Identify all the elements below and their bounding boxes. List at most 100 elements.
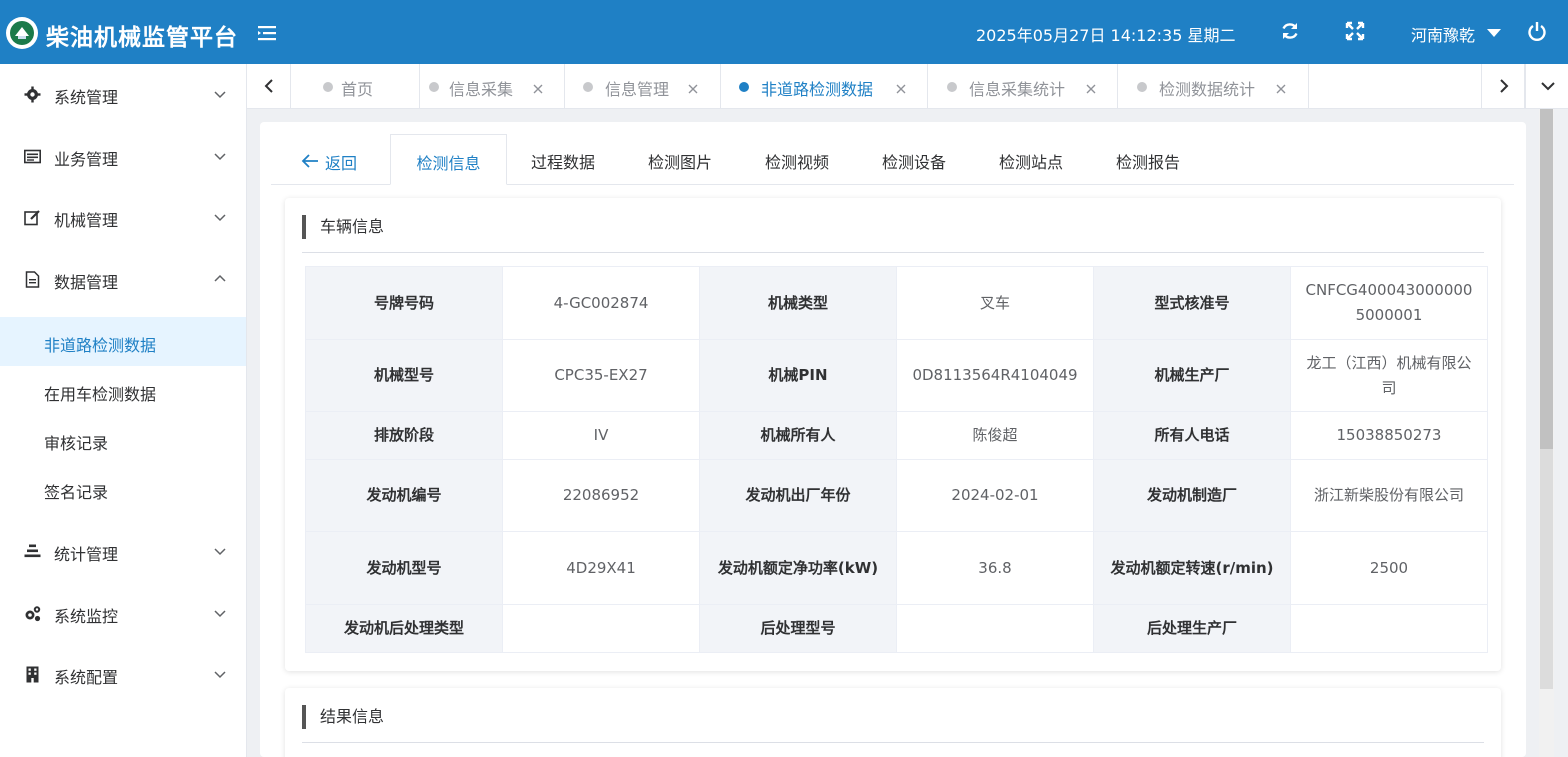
tab-label: 信息管理 xyxy=(605,80,670,99)
sidebar-item-data-management[interactable]: 数据管理 xyxy=(0,249,247,309)
sidebar-item-label: 统计管理 xyxy=(54,545,119,564)
tab-home[interactable]: 首页 xyxy=(291,64,420,109)
close-icon[interactable] xyxy=(532,80,544,94)
tab-info-management[interactable]: 信息管理 xyxy=(565,64,721,109)
tab-label: 首页 xyxy=(341,80,374,99)
sidebar-item-statistics-management[interactable]: 统计管理 xyxy=(0,521,247,581)
caret-down-icon[interactable] xyxy=(1487,29,1501,37)
field-label: 后处理生产厂 xyxy=(1093,604,1291,653)
subtab-detection-equipment[interactable]: 检测设备 xyxy=(882,134,946,185)
field-label: 发动机型号 xyxy=(305,531,503,605)
field-label: 发动机额定净功率(kW) xyxy=(699,531,897,605)
field-value: 2500 xyxy=(1290,531,1488,605)
field-label: 发动机额定转速(r/min) xyxy=(1093,531,1291,605)
refresh-icon[interactable] xyxy=(1279,20,1303,44)
sidebar-item-business-management[interactable]: 业务管理 xyxy=(0,126,247,186)
close-icon[interactable] xyxy=(1085,80,1097,94)
tab-detection-data-stats[interactable]: 检测数据统计 xyxy=(1118,64,1309,109)
table-row: 发动机后处理类型 后处理型号 后处理生产厂 xyxy=(305,604,1488,653)
tab-info-collection-stats[interactable]: 信息采集统计 xyxy=(928,64,1118,109)
tab-nonroad-data[interactable]: 非道路检测数据 xyxy=(721,64,928,109)
sidebar-subitem-audit-records[interactable]: 审核记录 xyxy=(0,415,246,464)
vehicle-info-card: 车辆信息 号牌号码 4-GC002874 机械类型 叉车 型式核准号 CNFCG… xyxy=(285,198,1501,671)
field-value xyxy=(896,604,1094,653)
field-value: 龙工（江西）机械有限公司 xyxy=(1290,339,1488,412)
field-label: 发动机出厂年份 xyxy=(699,459,897,532)
sidebar-item-machinery-management[interactable]: 机械管理 xyxy=(0,187,247,247)
sidebar-subitem-inuse-vehicle-data[interactable]: 在用车检测数据 xyxy=(0,366,246,415)
tab-scroll-right-icon[interactable] xyxy=(1481,64,1525,109)
chevron-down-icon xyxy=(213,666,227,680)
close-icon[interactable] xyxy=(1275,80,1287,94)
field-value: 陈俊超 xyxy=(896,411,1094,460)
cogs-icon xyxy=(24,605,41,622)
menu-toggle-icon[interactable] xyxy=(256,22,278,44)
tab-dot xyxy=(323,82,333,92)
sidebar-subitem-label: 签名记录 xyxy=(44,483,109,502)
sidebar-subitem-signature-records[interactable]: 签名记录 xyxy=(0,464,246,513)
detail-tabs: 返回 检测信息 过程数据 检测图片 检测视频 检测设备 检测站点 检测报告 xyxy=(271,134,1514,185)
chevron-down-icon xyxy=(213,148,227,162)
table-row: 排放阶段 IV 机械所有人 陈俊超 所有人电话 15038850273 xyxy=(305,411,1488,460)
result-info-card: 结果信息 xyxy=(285,688,1501,757)
tab-menu-chevron-down-icon[interactable] xyxy=(1525,64,1568,109)
back-button[interactable]: 返回 xyxy=(301,150,357,174)
vehicle-info-title: 车辆信息 xyxy=(302,215,384,239)
subtab-detection-images[interactable]: 检测图片 xyxy=(648,134,712,185)
content-panel: 返回 检测信息 过程数据 检测图片 检测视频 检测设备 检测站点 检测报告 车辆… xyxy=(260,122,1526,757)
field-label: 发动机编号 xyxy=(305,459,503,532)
subtab-detection-station[interactable]: 检测站点 xyxy=(999,134,1063,185)
field-value: 4D29X41 xyxy=(502,531,700,605)
stats-icon xyxy=(24,543,41,560)
field-label: 排放阶段 xyxy=(305,411,503,460)
sidebar-subitem-label: 非道路检测数据 xyxy=(44,336,157,355)
sidebar-item-label: 系统监控 xyxy=(54,607,119,626)
subtab-detection-info[interactable]: 检测信息 xyxy=(390,134,507,185)
tab-dot xyxy=(583,82,593,92)
sidebar-item-system-monitoring[interactable]: 系统监控 xyxy=(0,583,247,643)
tab-dot xyxy=(429,82,439,92)
logo xyxy=(6,17,38,49)
close-icon[interactable] xyxy=(895,80,907,94)
user-menu[interactable]: 河南豫乾 xyxy=(1411,22,1475,46)
field-value: 22086952 xyxy=(502,459,700,532)
subtab-detection-videos[interactable]: 检测视频 xyxy=(765,134,829,185)
field-label: 机械型号 xyxy=(305,339,503,412)
sidebar-item-system-config[interactable]: 系统配置 xyxy=(0,644,247,704)
sidebar-item-label: 业务管理 xyxy=(54,150,119,169)
tab-label: 检测数据统计 xyxy=(1159,80,1256,99)
sidebar-item-label: 系统配置 xyxy=(54,668,119,687)
close-icon[interactable] xyxy=(687,80,699,94)
chevron-down-icon xyxy=(213,209,227,223)
content-scrollbar[interactable] xyxy=(1539,109,1554,757)
power-icon[interactable] xyxy=(1526,20,1550,44)
building-icon xyxy=(24,666,41,683)
field-value: 36.8 xyxy=(896,531,1094,605)
back-label: 返回 xyxy=(325,154,358,173)
scrollbar-thumb[interactable] xyxy=(1540,109,1553,449)
gear-icon xyxy=(24,86,41,103)
tab-label: 信息采集 xyxy=(449,80,514,99)
chevron-down-icon xyxy=(213,543,227,557)
field-label: 发动机后处理类型 xyxy=(305,604,503,653)
list-card-icon xyxy=(24,148,41,165)
subtab-detection-report[interactable]: 检测报告 xyxy=(1116,134,1180,185)
field-label: 机械所有人 xyxy=(699,411,897,460)
sidebar-item-system-management[interactable]: 系统管理 xyxy=(0,64,247,124)
sidebar-item-label: 系统管理 xyxy=(54,88,119,107)
field-label: 号牌号码 xyxy=(305,266,503,340)
field-value: CPC35-EX27 xyxy=(502,339,700,412)
vehicle-info-table: 号牌号码 4-GC002874 机械类型 叉车 型式核准号 CNFCG40004… xyxy=(305,266,1488,653)
datetime-display: 2025年05月27日 14:12:35 星期二 xyxy=(976,26,1236,45)
document-icon xyxy=(24,271,41,288)
fullscreen-icon[interactable] xyxy=(1344,20,1368,44)
tab-label: 信息采集统计 xyxy=(969,80,1066,99)
sidebar-subitem-nonroad-data[interactable]: 非道路检测数据 xyxy=(0,317,246,366)
chevron-down-icon xyxy=(213,86,227,100)
tab-dot xyxy=(739,82,749,92)
table-row: 号牌号码 4-GC002874 机械类型 叉车 型式核准号 CNFCG40004… xyxy=(305,266,1488,340)
field-value: 浙江新柴股份有限公司 xyxy=(1290,459,1488,532)
subtab-process-data[interactable]: 过程数据 xyxy=(531,134,595,185)
tab-scroll-left-icon[interactable] xyxy=(247,64,291,109)
tab-info-collection[interactable]: 信息采集 xyxy=(420,64,565,109)
